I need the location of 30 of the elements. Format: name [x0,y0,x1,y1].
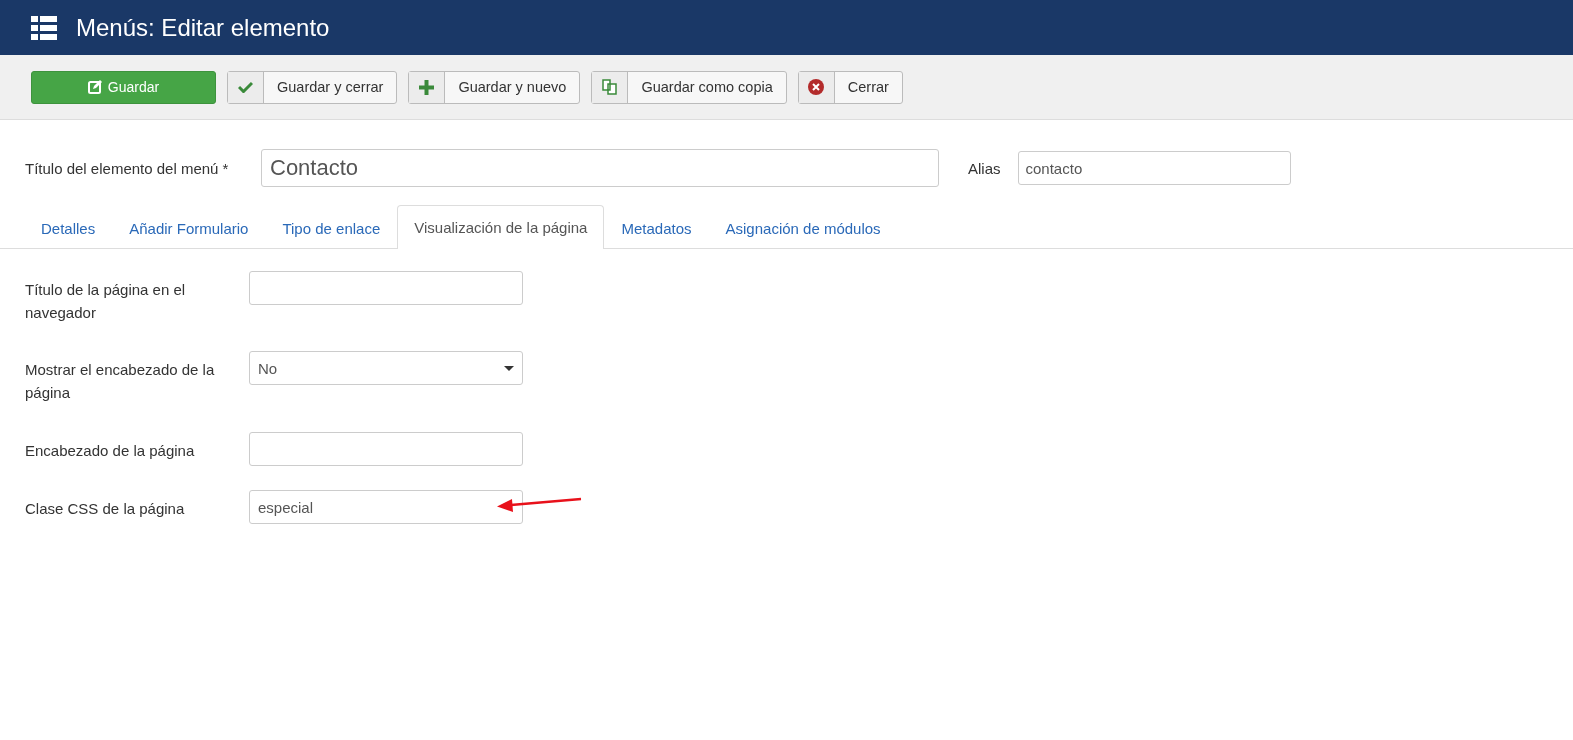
copy-icon [602,79,618,95]
alias-input[interactable]: contacto [1017,151,1291,185]
toolbar-button[interactable]: Cerrar [797,70,903,104]
text-input[interactable] [249,432,523,466]
toolbar-button[interactable]: Guardar y nuevo [408,70,581,104]
tab[interactable]: Metadatos [604,206,709,249]
text-input[interactable] [249,271,523,305]
title-input[interactable]: Contacto [261,149,939,187]
tab[interactable]: Añadir Formulario [112,206,266,249]
text-input[interactable]: especial [249,490,523,524]
tab[interactable]: Asignación de módulos [708,206,898,249]
select-dropdown[interactable]: No [249,351,523,385]
plus-icon [419,79,435,95]
toolbar-button[interactable]: Guardar como copia [591,70,787,104]
caret-icon [504,365,514,371]
field-label: Clase CSS de la página [25,499,186,519]
tab[interactable]: Detalles [24,206,113,249]
page-title: Menús: Editar elemento [76,13,330,42]
checkmark-icon [238,81,253,93]
field-label: Título de la página en el navegador [25,280,187,323]
field-label: Mostrar el encabezado de la página [25,360,216,403]
field-label: Título del elemento del menú * [25,159,230,177]
tab[interactable]: Visualización de la página [397,205,605,249]
tab[interactable]: Tipo de enlace [265,206,398,249]
list-icon [31,15,57,40]
close-icon [808,79,825,95]
field-label: Alias [968,159,1001,177]
toolbar-button[interactable]: Guardar y cerrar [227,70,398,104]
edit-icon [87,80,102,94]
field-label: Encabezado de la página [25,441,196,461]
